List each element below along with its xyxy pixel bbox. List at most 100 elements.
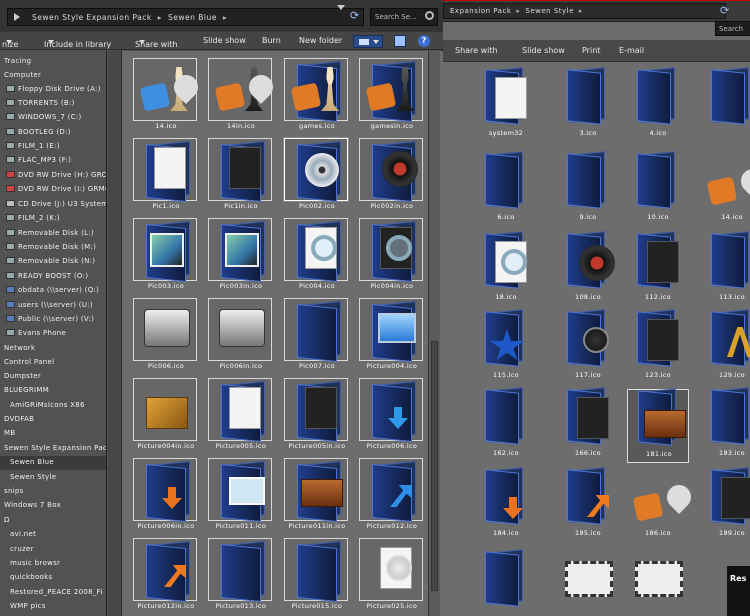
nav-item[interactable]: WINDOWS_7 (C:) [0, 111, 106, 125]
nav-item[interactable]: Computer [0, 69, 106, 83]
file-tile[interactable]: Picture005in.ico [281, 375, 353, 453]
address-bar[interactable]: Sewen Style Expansion Pack ▸ Sewen Blue ▸ [7, 8, 364, 26]
nav-item[interactable]: DVD RW Drive (I:) GRMCU [0, 183, 106, 197]
file-tile[interactable]: Picture006.ico [356, 375, 428, 453]
nav-item[interactable]: BLUEGRIMM [0, 384, 106, 398]
background-file-tile[interactable]: 183.ico [701, 387, 750, 463]
background-file-tile[interactable]: 4.ico [627, 67, 689, 143]
background-file-tile[interactable]: 3.ico [557, 67, 619, 143]
burn-button[interactable]: Burn [262, 36, 281, 45]
background-file-tile[interactable]: 189.ico [701, 467, 750, 543]
file-tile[interactable]: Pic004.ico [281, 215, 353, 293]
file-tile[interactable]: Picture012in.ico [130, 535, 202, 613]
nav-item[interactable]: users (\\server) (U:) [0, 299, 106, 313]
background-file-tile[interactable]: 166.ico [557, 387, 619, 463]
nav-item[interactable]: Removable Disk (M:) [0, 241, 106, 255]
background-file-tile[interactable] [557, 551, 619, 616]
nav-item[interactable]: Sewen Style [0, 471, 106, 485]
file-tile[interactable]: Picture004in.ico [130, 375, 202, 453]
nav-item[interactable]: snips [0, 485, 106, 499]
nav-item[interactable]: Ω [0, 514, 106, 528]
background-file-tile[interactable]: 14.ico [701, 153, 750, 227]
background-share-with-button[interactable]: Share with [455, 46, 498, 55]
nav-item[interactable]: Floppy Disk Drive (A:) [0, 83, 106, 97]
address-dropdown-icon[interactable] [337, 5, 345, 10]
nav-item[interactable]: Dumpster [0, 370, 106, 384]
file-tile[interactable]: Pic006.ico [130, 295, 202, 373]
file-tile[interactable]: 14in.ico [205, 55, 278, 133]
nav-item[interactable]: Restored_PEACE 2008_Fi [0, 586, 106, 600]
background-explorer-window[interactable]: Expansion Pack ▸ Sewen Style ▸ ⟳ Search Sha… [430, 0, 750, 616]
file-tile[interactable]: Pic1.ico [130, 135, 202, 213]
background-refresh-icon[interactable]: ⟳ [720, 4, 729, 17]
nav-item[interactable]: DVDFAB [0, 413, 106, 427]
nav-item[interactable]: Windows 7 Box [0, 499, 106, 513]
breadcrumb-item-0[interactable]: Sewen Style Expansion Pack [32, 13, 152, 22]
nav-item[interactable]: BOOTLEG (D:) [0, 126, 106, 140]
address-expand-icon[interactable] [14, 13, 20, 21]
file-tile[interactable]: Picture013.ico [205, 535, 277, 613]
nav-item[interactable]: DVD RW Drive (H:) GRC1C [0, 169, 106, 183]
background-file-tile[interactable]: 123.ico [627, 309, 689, 385]
file-tile[interactable]: Pic003in.ico [205, 215, 277, 293]
view-dropdown-icon[interactable] [373, 40, 379, 44]
nav-item[interactable]: AmiGRiMsIcons X86 [0, 399, 106, 413]
file-tile[interactable]: Pic004in.ico [356, 215, 428, 293]
background-file-tile[interactable]: 112.ico [627, 231, 689, 307]
file-tile[interactable]: Picture004.ico [356, 295, 428, 373]
background-address-bar[interactable]: Expansion Pack ▸ Sewen Style ▸ [443, 3, 726, 19]
nav-item[interactable]: Control Panel [0, 356, 106, 370]
nav-item[interactable]: Tracing [0, 55, 106, 69]
file-tile[interactable]: Picture011.ico [205, 455, 277, 533]
file-tile[interactable]: Pic1in.ico [205, 135, 277, 213]
file-tile[interactable]: Pic002.ico [281, 135, 353, 213]
file-tile[interactable]: Picture025.ico [356, 535, 428, 613]
file-tile[interactable]: games.ico [281, 55, 353, 133]
nav-item[interactable]: obdata (\\server) (Q:) [0, 284, 106, 298]
background-file-tile[interactable]: 162.ico [475, 387, 537, 463]
background-file-tile[interactable]: 186.ico [627, 469, 696, 543]
background-email-button[interactable]: E-mail [619, 46, 644, 55]
file-tile[interactable]: Pic006in.ico [205, 295, 277, 373]
background-file-tile[interactable]: system32 [475, 67, 537, 143]
new-folder-button[interactable]: New folder [299, 36, 342, 45]
nav-item[interactable]: CD Drive (J:) U3 System [0, 198, 106, 212]
nav-item[interactable]: avi.net [0, 528, 106, 542]
background-file-tile[interactable] [701, 67, 750, 143]
background-file-tile[interactable]: 6.ico [475, 151, 537, 227]
help-button[interactable]: ? [418, 35, 430, 47]
background-file-tile[interactable]: 18.ico [475, 231, 537, 307]
nav-item[interactable]: Removable Disk (L:) [0, 227, 106, 241]
nav-item[interactable]: Public (\\server) (V:) [0, 313, 106, 327]
nav-item[interactable]: Removable Disk (N:) [0, 255, 106, 269]
search-icon[interactable] [425, 11, 434, 20]
background-file-tile[interactable] [627, 551, 689, 616]
file-tile[interactable]: Pic007.ico [281, 295, 353, 373]
nav-item[interactable]: FILM_1 (E:) [0, 140, 106, 154]
background-file-tile[interactable]: 10.ico [627, 151, 689, 227]
background-file-tile[interactable]: 185.ico [557, 467, 619, 543]
file-tile[interactable]: Picture015.ico [281, 535, 353, 613]
background-file-tile[interactable]: 181.ico [627, 388, 689, 463]
nav-item[interactable]: Network [0, 342, 106, 356]
file-tile[interactable]: Pic002in.ico [356, 135, 428, 213]
nav-item[interactable]: READY BOOST (O:) [0, 270, 106, 284]
file-tile[interactable]: Pic003.ico [130, 215, 202, 293]
preview-pane-button[interactable] [394, 35, 406, 47]
nav-item[interactable]: Sewen Style Expansion Pac [0, 442, 106, 456]
background-slide-show-button[interactable]: Slide show [522, 46, 565, 55]
file-tile[interactable]: Picture005.ico [205, 375, 277, 453]
nav-item[interactable]: quickbooks [0, 571, 106, 585]
vertical-scrollbar[interactable] [428, 51, 440, 616]
file-tile[interactable]: gamesin.ico [356, 55, 428, 133]
background-print-button[interactable]: Print [582, 46, 600, 55]
refresh-icon[interactable]: ⟳ [350, 9, 364, 23]
background-file-tile[interactable]: 108.ico [557, 231, 619, 307]
background-file-tile[interactable] [475, 549, 537, 616]
nav-item[interactable]: cruzer [0, 543, 106, 557]
file-tile[interactable]: Picture012.ico [356, 455, 428, 533]
background-file-tile[interactable]: 129.ico [701, 309, 750, 385]
slide-show-button[interactable]: Slide show [203, 36, 246, 45]
nav-item[interactable]: TORRENTS (B:) [0, 97, 106, 111]
background-file-tile[interactable]: 9.ico [557, 151, 619, 227]
